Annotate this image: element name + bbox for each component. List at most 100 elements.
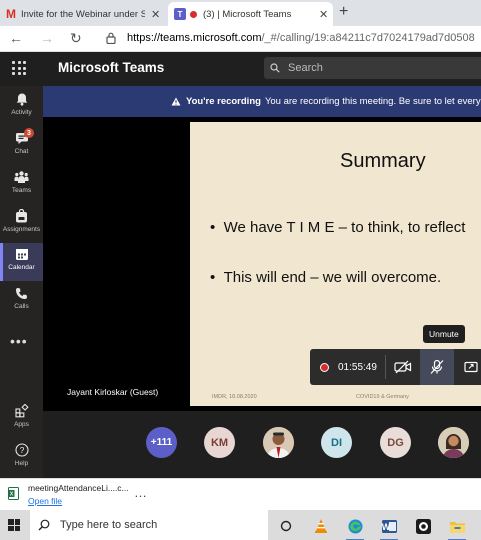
rail-item-label: Activity (11, 109, 32, 116)
calendar-icon (15, 249, 28, 260)
rail-item-label: Calendar (8, 264, 35, 271)
tab-title: Invite for the Webinar under Ser (21, 8, 145, 20)
rail-item-label: Help (14, 460, 29, 467)
avatar[interactable]: KM (204, 427, 235, 458)
rail-item-teams[interactable]: Teams (0, 170, 43, 206)
url-field[interactable]: https://teams.microsoft.com/_#/calling/1… (127, 32, 475, 44)
gmail-icon: M (6, 7, 16, 21)
slide-footer-left: IMDR, 18.08.2020 (212, 394, 257, 400)
search-placeholder: Search (288, 62, 323, 74)
more-participants-button[interactable]: +111 (146, 427, 177, 458)
teams-header: Microsoft Teams Search (0, 52, 481, 86)
mic-off-icon (430, 359, 444, 374)
rail-item-help[interactable]: ? Help (0, 443, 43, 477)
recording-indicator-icon (320, 362, 329, 372)
rail-item-label: Teams (11, 187, 32, 194)
close-tab-icon[interactable]: ✕ (151, 8, 160, 21)
teams-icon (14, 171, 29, 183)
phone-icon (16, 288, 27, 299)
back-icon[interactable]: ← (9, 30, 23, 46)
app-name: Microsoft Teams (58, 60, 165, 75)
search-icon (270, 63, 280, 73)
download-more-icon[interactable]: … (134, 485, 147, 500)
help-icon: ? (14, 443, 29, 457)
more-apps-icon[interactable]: ••• (10, 333, 28, 349)
chat-badge: 3 (24, 128, 34, 138)
bell-icon (16, 93, 27, 106)
rail-item-calendar[interactable]: Calendar (0, 243, 43, 281)
windows-taskbar: Type here to search W (0, 510, 481, 540)
browser-tab-strip: M Invite for the Webinar under Ser ✕ T (… (0, 0, 481, 26)
rail-item-activity[interactable]: Activity (0, 92, 43, 128)
recording-dot-icon (190, 10, 197, 18)
avatar-photo[interactable] (438, 427, 469, 458)
slide-bullet-text: This will end – we will overcome. (223, 269, 442, 286)
slide-title: Summary (340, 150, 426, 172)
excel-file-icon: X (8, 487, 19, 500)
file-explorer-icon[interactable] (446, 515, 468, 540)
apps-icon (14, 404, 29, 418)
taskbar-search-input[interactable]: Type here to search (30, 510, 268, 540)
share-tray-button[interactable] (454, 349, 481, 385)
teams-icon: T (174, 8, 186, 20)
url-path: /_#/calling/19:a84211c7d7024179ad7d0508 (261, 32, 475, 44)
tab-title: (3) | Microsoft Teams (203, 8, 292, 20)
backpack-icon (16, 209, 27, 223)
vlc-icon[interactable] (310, 515, 332, 537)
task-view-icon[interactable] (275, 515, 297, 537)
recording-banner: You're recording You are recording this … (43, 86, 481, 117)
slide-bullet: • This will end – we will overcome. (210, 269, 442, 286)
tab-teams[interactable]: T (3) | Microsoft Teams ✕ (168, 2, 333, 26)
svg-text:?: ? (19, 445, 24, 455)
open-file-link[interactable]: Open file (28, 496, 62, 506)
rail-item-label: Calls (14, 303, 29, 310)
lock-icon (106, 32, 116, 44)
avatar[interactable]: DI (321, 427, 352, 458)
forward-icon[interactable]: → (40, 30, 54, 46)
search-icon (38, 519, 50, 531)
rail-item-label: Apps (14, 421, 29, 428)
meeting-controls: 01:55:49 (310, 349, 481, 385)
unmute-tooltip: Unmute (423, 325, 465, 343)
avatar[interactable]: DG (380, 427, 411, 458)
start-button[interactable] (8, 519, 20, 531)
share-screen-icon (464, 361, 478, 372)
download-file-name[interactable]: meetingAttendanceLi....c... (28, 483, 129, 493)
call-timer: 01:55:49 (338, 361, 377, 373)
recording-banner-title: You're recording (186, 96, 261, 107)
app-rail: Activity 3 Chat Teams Assignments Calend… (0, 86, 43, 478)
address-bar: ← → ↻ https://teams.microsoft.com/_#/cal… (0, 26, 481, 52)
warning-icon (171, 97, 181, 106)
close-tab-icon[interactable]: ✕ (319, 8, 328, 21)
url-host: https://teams.microsoft.com (127, 32, 262, 44)
mic-toggle-button[interactable] (419, 349, 454, 385)
word-icon[interactable]: W (378, 515, 400, 540)
new-tab-icon[interactable]: + (339, 3, 348, 21)
camera-app-icon[interactable] (412, 515, 434, 537)
slide-bullet-text: We have T I M E – to think, to reflect (223, 219, 466, 236)
recording-banner-text: You are recording this meeting. Be sure … (264, 96, 481, 107)
avatar-photo[interactable] (263, 427, 294, 458)
rail-item-label: Assignments (2, 226, 41, 233)
search-input[interactable]: Search (264, 57, 481, 79)
camera-off-icon (394, 360, 412, 374)
svg-text:W: W (381, 522, 390, 532)
meeting-stage: Jayant Kirloskar (Guest) Summary • We ha… (43, 117, 481, 411)
app-launcher-icon[interactable] (12, 61, 26, 75)
taskbar-search-placeholder: Type here to search (60, 519, 158, 531)
download-bar: X meetingAttendanceLi....c... Open file … (0, 478, 481, 510)
tab-gmail[interactable]: M Invite for the Webinar under Ser ✕ (0, 2, 165, 26)
rail-item-chat[interactable]: 3 Chat (0, 128, 43, 167)
rail-item-apps[interactable]: Apps (0, 404, 43, 438)
participant-strip: +111 KM DI DG (43, 411, 481, 478)
edge-icon[interactable] (344, 515, 366, 540)
reload-icon[interactable]: ↻ (70, 30, 82, 47)
camera-toggle-button[interactable] (386, 349, 420, 385)
rail-item-label: Chat (14, 148, 29, 155)
rail-item-assignments[interactable]: Assignments (0, 209, 43, 245)
participant-name: Jayant Kirloskar (Guest) (67, 387, 159, 397)
person-photo-icon (263, 427, 294, 458)
rail-item-calls[interactable]: Calls (0, 287, 43, 323)
person-photo-icon (438, 427, 469, 458)
slide-bullet: • We have T I M E – to think, to reflect (210, 219, 466, 236)
